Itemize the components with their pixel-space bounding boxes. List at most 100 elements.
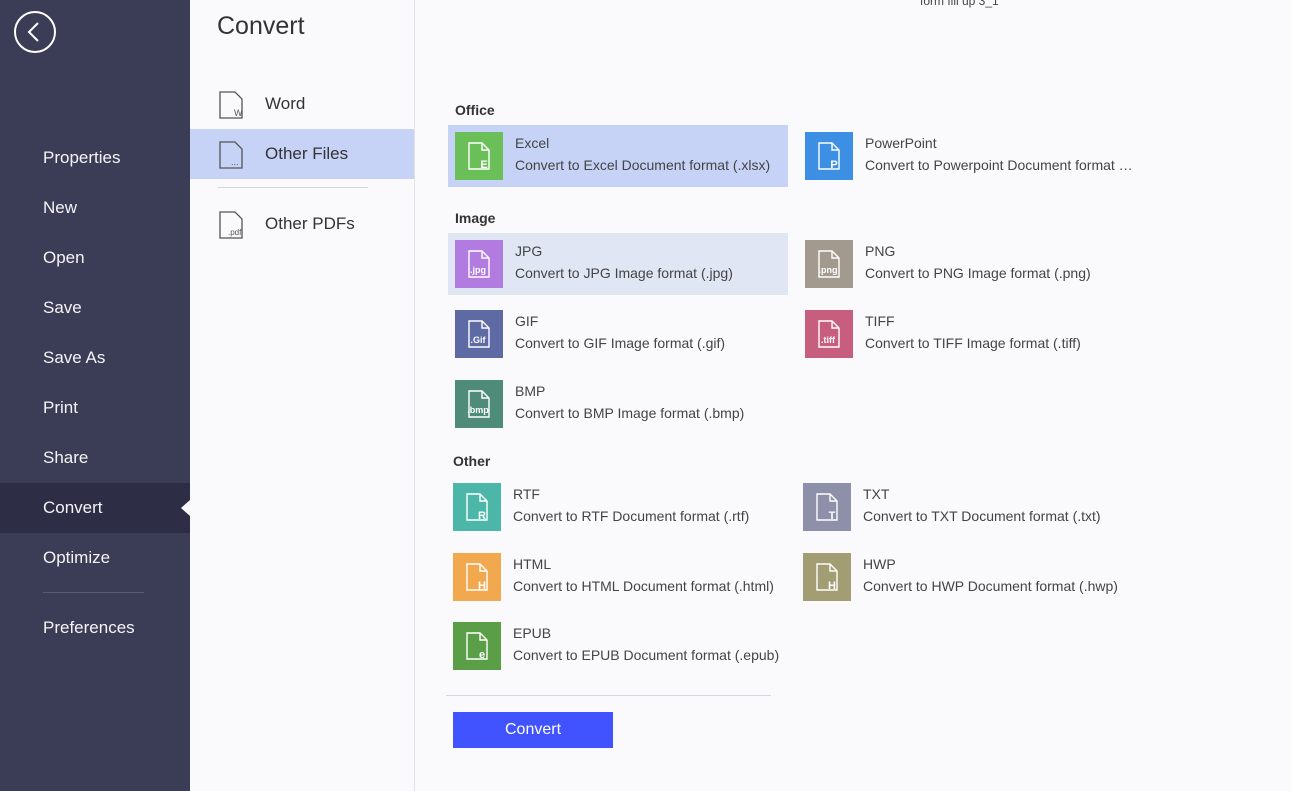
category-label: Other PDFs [265, 214, 355, 233]
format-epub[interactable]: e EPUB Convert to EPUB Document format (.e… [446, 615, 786, 677]
format-txt[interactable]: T TXT Convert to TXT Document format (.txt… [796, 476, 1136, 538]
format-name: PNG [865, 243, 896, 259]
format-name: TIFF [865, 313, 895, 329]
format-description: Convert to Excel Document format (.xlsx) [515, 157, 771, 173]
format-name: GIF [515, 313, 539, 329]
format-description: Convert to Powerpoint Document format (.… [865, 157, 1133, 173]
gif-file-icon: .Gif [455, 310, 503, 358]
sidebar-item-preferences[interactable]: Preferences [0, 603, 190, 653]
format-gif[interactable]: .Gif GIF Convert to GIF Image format (.gif… [448, 303, 788, 365]
convert-category-panel: Convert W Word ... Other Files .pdf Othe… [190, 0, 415, 791]
svg-text:...: ... [231, 157, 239, 167]
svg-text:.Gif: .Gif [471, 335, 487, 345]
sidebar-item-share[interactable]: Share [0, 433, 190, 483]
sidebar-item-label: New [43, 198, 78, 217]
svg-text:P: P [830, 159, 837, 171]
sidebar-divider [43, 592, 144, 593]
sidebar-item-convert[interactable]: Convert [0, 483, 190, 533]
format-description: Convert to TXT Document format (.txt) [863, 508, 1101, 524]
section-title-other: Other [453, 453, 491, 469]
format-bmp[interactable]: .bmp BMP Convert to BMP Image format (.bmp… [448, 373, 788, 435]
document-name: form fill up 3_1 [920, 0, 999, 8]
epub-file-icon: e [453, 622, 501, 670]
excel-file-icon: E [455, 132, 503, 180]
svg-text:H: H [828, 580, 836, 592]
category-divider [218, 187, 368, 188]
format-name: Excel [515, 135, 550, 151]
svg-text:R: R [478, 510, 486, 522]
sidebar-item-properties[interactable]: Properties [0, 133, 190, 183]
format-name: JPG [515, 243, 543, 259]
svg-text:.png: .png [819, 265, 838, 275]
format-name: RTF [513, 486, 540, 502]
svg-text:.jpg: .jpg [470, 265, 486, 275]
sidebar-item-label: Convert [43, 498, 103, 517]
category-label: Word [265, 94, 306, 113]
chevron-left-icon [27, 22, 39, 42]
sidebar-item-label: Print [43, 398, 78, 417]
sidebar-item-open[interactable]: Open [0, 233, 190, 283]
format-description: Convert to GIF Image format (.gif) [515, 335, 726, 351]
png-file-icon: .png [805, 240, 853, 288]
svg-text:E: E [480, 159, 487, 171]
format-hwp[interactable]: H HWP Convert to HWP Document format (.hwp… [796, 546, 1136, 608]
format-rtf[interactable]: R RTF Convert to RTF Document format (.rtf… [446, 476, 786, 538]
format-name: TXT [863, 486, 890, 502]
category-other-files[interactable]: ... Other Files [190, 129, 414, 179]
jpg-file-icon: .jpg [455, 240, 503, 288]
format-name: EPUB [513, 625, 552, 641]
sidebar-item-print[interactable]: Print [0, 383, 190, 433]
sidebar-item-label: Properties [43, 148, 121, 167]
html-file-icon: H [453, 553, 501, 601]
bottom-divider [446, 695, 771, 696]
txt-file-icon: T [803, 483, 851, 531]
sidebar-item-save-as[interactable]: Save As [0, 333, 190, 383]
format-description: Convert to JPG Image format (.jpg) [515, 265, 733, 281]
format-description: Convert to RTF Document format (.rtf) [513, 508, 750, 524]
sidebar-item-new[interactable]: New [0, 183, 190, 233]
left-sidebar: Properties New Open Save Save As Print S… [0, 0, 190, 791]
svg-text:W: W [234, 108, 243, 118]
sidebar-item-label: Optimize [43, 548, 111, 567]
rtf-file-icon: R [453, 483, 501, 531]
sidebar-item-save[interactable]: Save [0, 283, 190, 333]
format-html[interactable]: H HTML Convert to HTML Document format (.h… [446, 546, 786, 608]
word-file-icon: W [219, 91, 243, 119]
format-png[interactable]: .png PNG Convert to PNG Image format (.png… [798, 233, 1138, 295]
section-title-image: Image [455, 210, 496, 226]
format-description: Convert to HWP Document format (.hwp) [863, 578, 1118, 594]
convert-button[interactable]: Convert [453, 712, 613, 748]
format-name: HWP [863, 556, 896, 572]
svg-text:.pdf: .pdf [228, 228, 242, 237]
category-label: Other Files [265, 144, 349, 163]
svg-text:H: H [478, 580, 486, 592]
svg-text:.bmp: .bmp [467, 405, 489, 415]
format-description: Convert to TIFF Image format (.tiff) [865, 335, 1081, 351]
pdf-file-icon: .pdf [219, 211, 243, 239]
format-description: Convert to HTML Document format (.html) [513, 578, 774, 594]
format-tiff[interactable]: .tiff TIFF Convert to TIFF Image format (.… [798, 303, 1138, 365]
format-excel[interactable]: E Excel Convert to Excel Document format (… [448, 125, 788, 187]
powerpoint-file-icon: P [805, 132, 853, 180]
panel-title: Convert [217, 12, 305, 40]
svg-text:e: e [479, 649, 485, 661]
sidebar-item-label: Open [43, 248, 85, 267]
format-powerpoint[interactable]: P PowerPoint Convert to Powerpoint Documen… [798, 125, 1138, 187]
back-button[interactable] [14, 11, 56, 53]
format-jpg[interactable]: .jpg JPG Convert to JPG Image format (.jpg… [448, 233, 788, 295]
bmp-file-icon: .bmp [455, 380, 503, 428]
svg-text:.tiff: .tiff [821, 335, 836, 345]
category-other-pdfs[interactable]: .pdf Other PDFs [190, 199, 414, 249]
category-word[interactable]: W Word [190, 79, 414, 129]
section-title-office: Office [455, 102, 495, 118]
format-description: Convert to EPUB Document format (.epub) [513, 647, 780, 663]
format-name: BMP [515, 383, 546, 399]
format-description: Convert to BMP Image format (.bmp) [515, 405, 745, 421]
sidebar-item-label: Share [43, 448, 89, 467]
format-name: HTML [513, 556, 552, 572]
sidebar-item-label: Preferences [43, 618, 135, 637]
svg-text:T: T [829, 510, 836, 522]
other-files-icon: ... [219, 141, 243, 169]
sidebar-item-optimize[interactable]: Optimize [0, 533, 190, 583]
sidebar-item-label: Save [43, 298, 82, 317]
